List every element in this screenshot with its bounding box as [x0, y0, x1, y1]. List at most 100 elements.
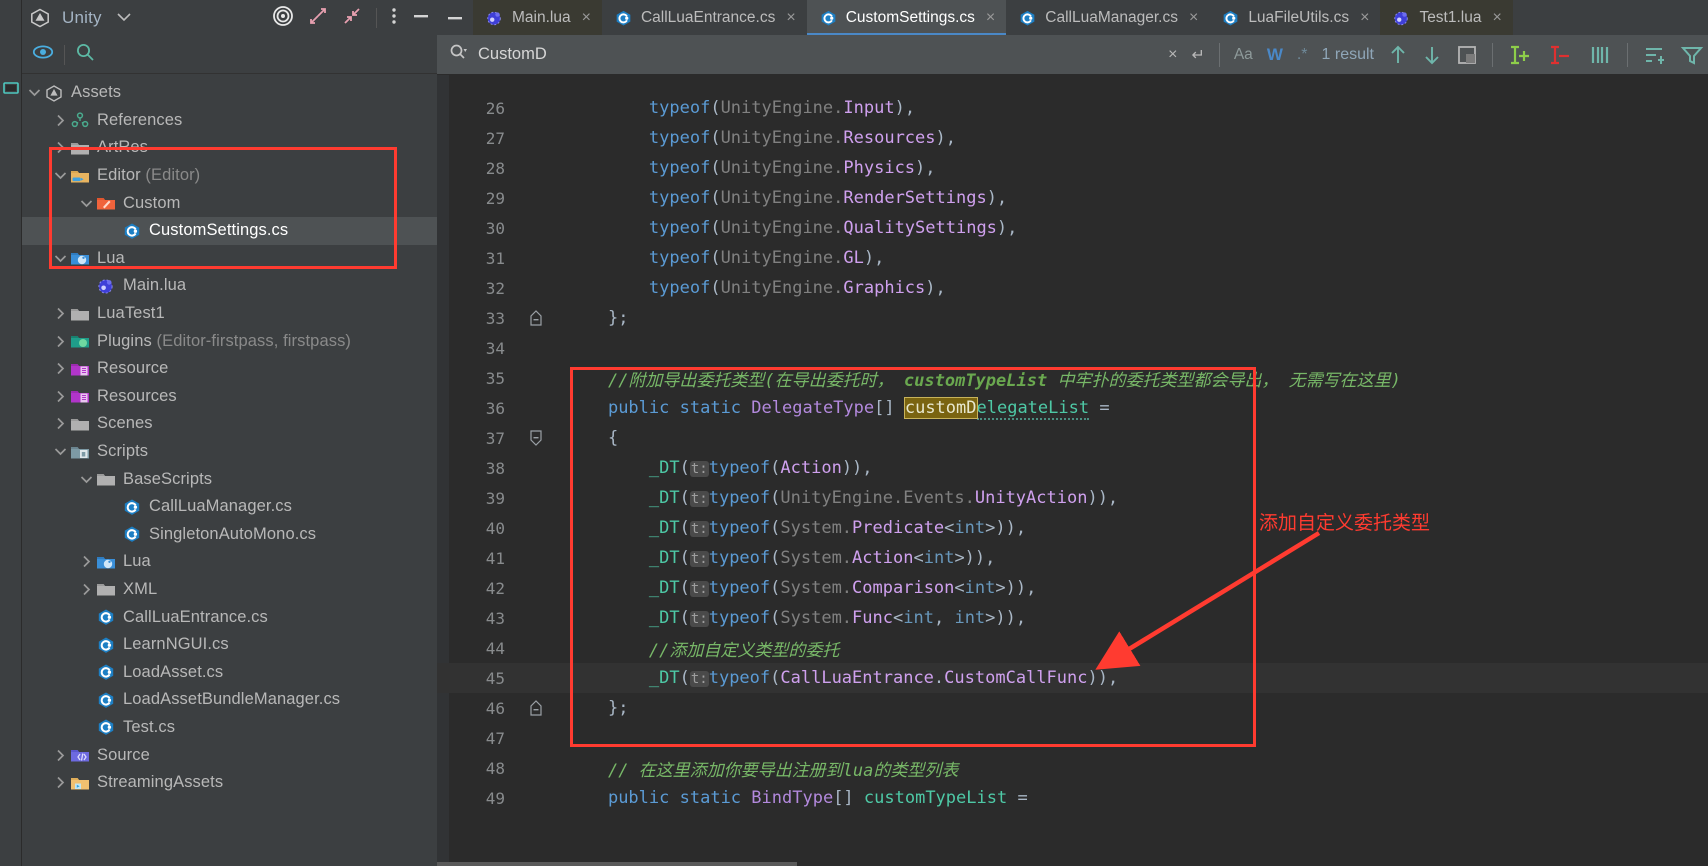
chevron-right-icon[interactable]: [52, 114, 69, 127]
explorer-tool-strip[interactable]: Explorer: [0, 0, 22, 866]
chevron-down-icon[interactable]: [78, 199, 95, 208]
previous-match-button[interactable]: [1388, 44, 1408, 66]
tree-item-scenes[interactable]: Scenes: [22, 410, 437, 438]
close-icon[interactable]: ×: [1492, 9, 1501, 27]
enter-search-button[interactable]: ↵: [1191, 45, 1204, 65]
chevron-right-icon[interactable]: [78, 583, 95, 596]
code-line-30[interactable]: 30 typeof(UnityEngine.QualitySettings),: [437, 213, 1708, 243]
editor-tab-test1-lua[interactable]: Test1.lua×: [1380, 0, 1512, 35]
close-icon[interactable]: ×: [786, 9, 795, 27]
chevron-right-icon[interactable]: [52, 776, 69, 789]
code-editor[interactable]: 26 typeof(UnityEngine.Input),27 typeof(U…: [437, 75, 1708, 866]
filter-icon[interactable]: [1680, 44, 1704, 66]
code-line-39[interactable]: 39 _DT(t:typeof(UnityEngine.Events.Unity…: [437, 483, 1708, 513]
code-line-40[interactable]: 40 _DT(t:typeof(System.Predicate<int>)),: [437, 513, 1708, 543]
tree-item-resources[interactable]: Resources: [22, 383, 437, 411]
code-line-35[interactable]: 35 //附加导出委托类型(在导出委托时， customTypeList 中牢扑…: [437, 363, 1708, 393]
close-icon[interactable]: ×: [582, 9, 591, 27]
code-line-38[interactable]: 38 _DT(t:typeof(Action)),: [437, 453, 1708, 483]
tree-item-resource[interactable]: Resource: [22, 355, 437, 383]
search-icon[interactable]: [75, 42, 95, 67]
tree-item-learnngui-cs[interactable]: LearnNGUI.cs: [22, 631, 437, 659]
preview-icon[interactable]: [1642, 44, 1666, 66]
next-match-button[interactable]: [1422, 44, 1442, 66]
search-dropdown-icon[interactable]: [449, 43, 469, 66]
minimize-icon[interactable]: [411, 6, 431, 31]
fold-marker-icon[interactable]: [523, 700, 549, 716]
tree-item-artres[interactable]: ArtRes: [22, 134, 437, 162]
code-line-46[interactable]: 46 };: [437, 693, 1708, 723]
tree-item-custom[interactable]: Custom: [22, 189, 437, 217]
code-line-37[interactable]: 37 {: [437, 423, 1708, 453]
tree-item-luatest1[interactable]: LuaTest1: [22, 300, 437, 328]
chevron-right-icon[interactable]: [52, 417, 69, 430]
more-vertical-icon[interactable]: [391, 6, 397, 31]
tree-item-test-cs[interactable]: Test.cs: [22, 714, 437, 742]
code-line-45[interactable]: 45 _DT(t:typeof(CallLuaEntrance.CustomCa…: [437, 663, 1708, 693]
horizontal-scrollbar[interactable]: [437, 862, 797, 866]
code-line-48[interactable]: 48 // 在这里添加你要导出注册到lua的类型列表: [437, 753, 1708, 783]
split-editor-icon[interactable]: [1587, 44, 1613, 66]
code-line-27[interactable]: 27 typeof(UnityEngine.Resources),: [437, 123, 1708, 153]
chevron-right-icon[interactable]: [52, 141, 69, 154]
code-line-47[interactable]: 47: [437, 723, 1708, 753]
chevron-down-icon[interactable]: [52, 254, 69, 263]
target-icon[interactable]: [272, 5, 294, 32]
code-line-31[interactable]: 31 typeof(UnityEngine.GL),: [437, 243, 1708, 273]
select-all-icon[interactable]: [1456, 44, 1478, 66]
remove-cursor-icon[interactable]: [1547, 43, 1573, 67]
tree-item-references[interactable]: References: [22, 107, 437, 135]
chevron-down-icon[interactable]: [78, 475, 95, 484]
editor-tab-luafileutils-cs[interactable]: LuaFileUtils.cs×: [1209, 0, 1380, 35]
whole-words-toggle[interactable]: W: [1267, 45, 1283, 65]
chevron-down-icon[interactable]: [26, 88, 43, 97]
chevron-right-icon[interactable]: [52, 362, 69, 375]
code-line-25[interactable]: [437, 75, 1708, 93]
tree-item-customsettings-cs[interactable]: CustomSettings.cs: [22, 217, 437, 245]
code-line-41[interactable]: 41 _DT(t:typeof(System.Action<int>)),: [437, 543, 1708, 573]
tree-item-lua[interactable]: Lua: [22, 548, 437, 576]
tree-item-callluamanager-cs[interactable]: CallLuaManager.cs: [22, 493, 437, 521]
chevron-right-icon[interactable]: [52, 335, 69, 348]
code-line-36[interactable]: 36 public static DelegateType[] customDe…: [437, 393, 1708, 423]
chevron-right-icon[interactable]: [52, 307, 69, 320]
code-line-28[interactable]: 28 typeof(UnityEngine.Physics),: [437, 153, 1708, 183]
tree-item-plugins[interactable]: Plugins (Editor-firstpass, firstpass): [22, 327, 437, 355]
chevron-right-icon[interactable]: [52, 390, 69, 403]
tree-item-basescripts[interactable]: BaseScripts: [22, 465, 437, 493]
close-icon[interactable]: ×: [986, 9, 995, 27]
code-line-43[interactable]: 43 _DT(t:typeof(System.Func<int, int>)),: [437, 603, 1708, 633]
close-icon[interactable]: ×: [1360, 9, 1369, 27]
tree-item-singletonautomono-cs[interactable]: SingletonAutoMono.cs: [22, 521, 437, 549]
editor-tab-main-lua[interactable]: Main.lua×: [473, 0, 602, 35]
minimize-icon[interactable]: [437, 0, 473, 35]
chevron-down-icon[interactable]: [52, 171, 69, 180]
chevron-down-icon[interactable]: [52, 447, 69, 456]
fold-marker-icon[interactable]: [523, 310, 549, 326]
editor-tab-customsettings-cs[interactable]: CustomSettings.cs×: [807, 0, 1007, 35]
clear-search-button[interactable]: ×: [1168, 46, 1177, 64]
chevron-right-icon[interactable]: [52, 749, 69, 762]
code-line-32[interactable]: 32 typeof(UnityEngine.Graphics),: [437, 273, 1708, 303]
tree-item-xml[interactable]: XML: [22, 576, 437, 604]
collapse-icon[interactable]: [342, 6, 362, 31]
code-line-26[interactable]: 26 typeof(UnityEngine.Input),: [437, 93, 1708, 123]
tree-item-main-lua[interactable]: Main.lua: [22, 272, 437, 300]
tree-item-loadasset-cs[interactable]: LoadAsset.cs: [22, 658, 437, 686]
tree-item-scripts[interactable]: Scripts: [22, 438, 437, 466]
code-line-44[interactable]: 44 //添加自定义类型的委托: [437, 633, 1708, 663]
chevron-down-icon[interactable]: [116, 9, 132, 27]
project-tree[interactable]: AssetsReferencesArtResEditor (Editor)Cus…: [22, 74, 437, 866]
fold-marker-icon[interactable]: [523, 430, 549, 446]
editor-tab-callluaentrance-cs[interactable]: CallLuaEntrance.cs×: [602, 0, 807, 35]
code-line-42[interactable]: 42 _DT(t:typeof(System.Comparison<int>))…: [437, 573, 1708, 603]
editor-tab-bar[interactable]: Main.lua×CallLuaEntrance.cs×CustomSettin…: [437, 0, 1708, 35]
code-line-34[interactable]: 34: [437, 333, 1708, 363]
tree-item-source[interactable]: Source: [22, 741, 437, 769]
search-input[interactable]: CustomD: [437, 35, 885, 75]
regex-toggle[interactable]: .*: [1297, 46, 1308, 64]
tree-item-assets[interactable]: Assets: [22, 79, 437, 107]
chevron-right-icon[interactable]: [78, 555, 95, 568]
editor-tab-callluamanager-cs[interactable]: CallLuaManager.cs×: [1006, 0, 1209, 35]
tree-item-editor[interactable]: Editor (Editor): [22, 162, 437, 190]
